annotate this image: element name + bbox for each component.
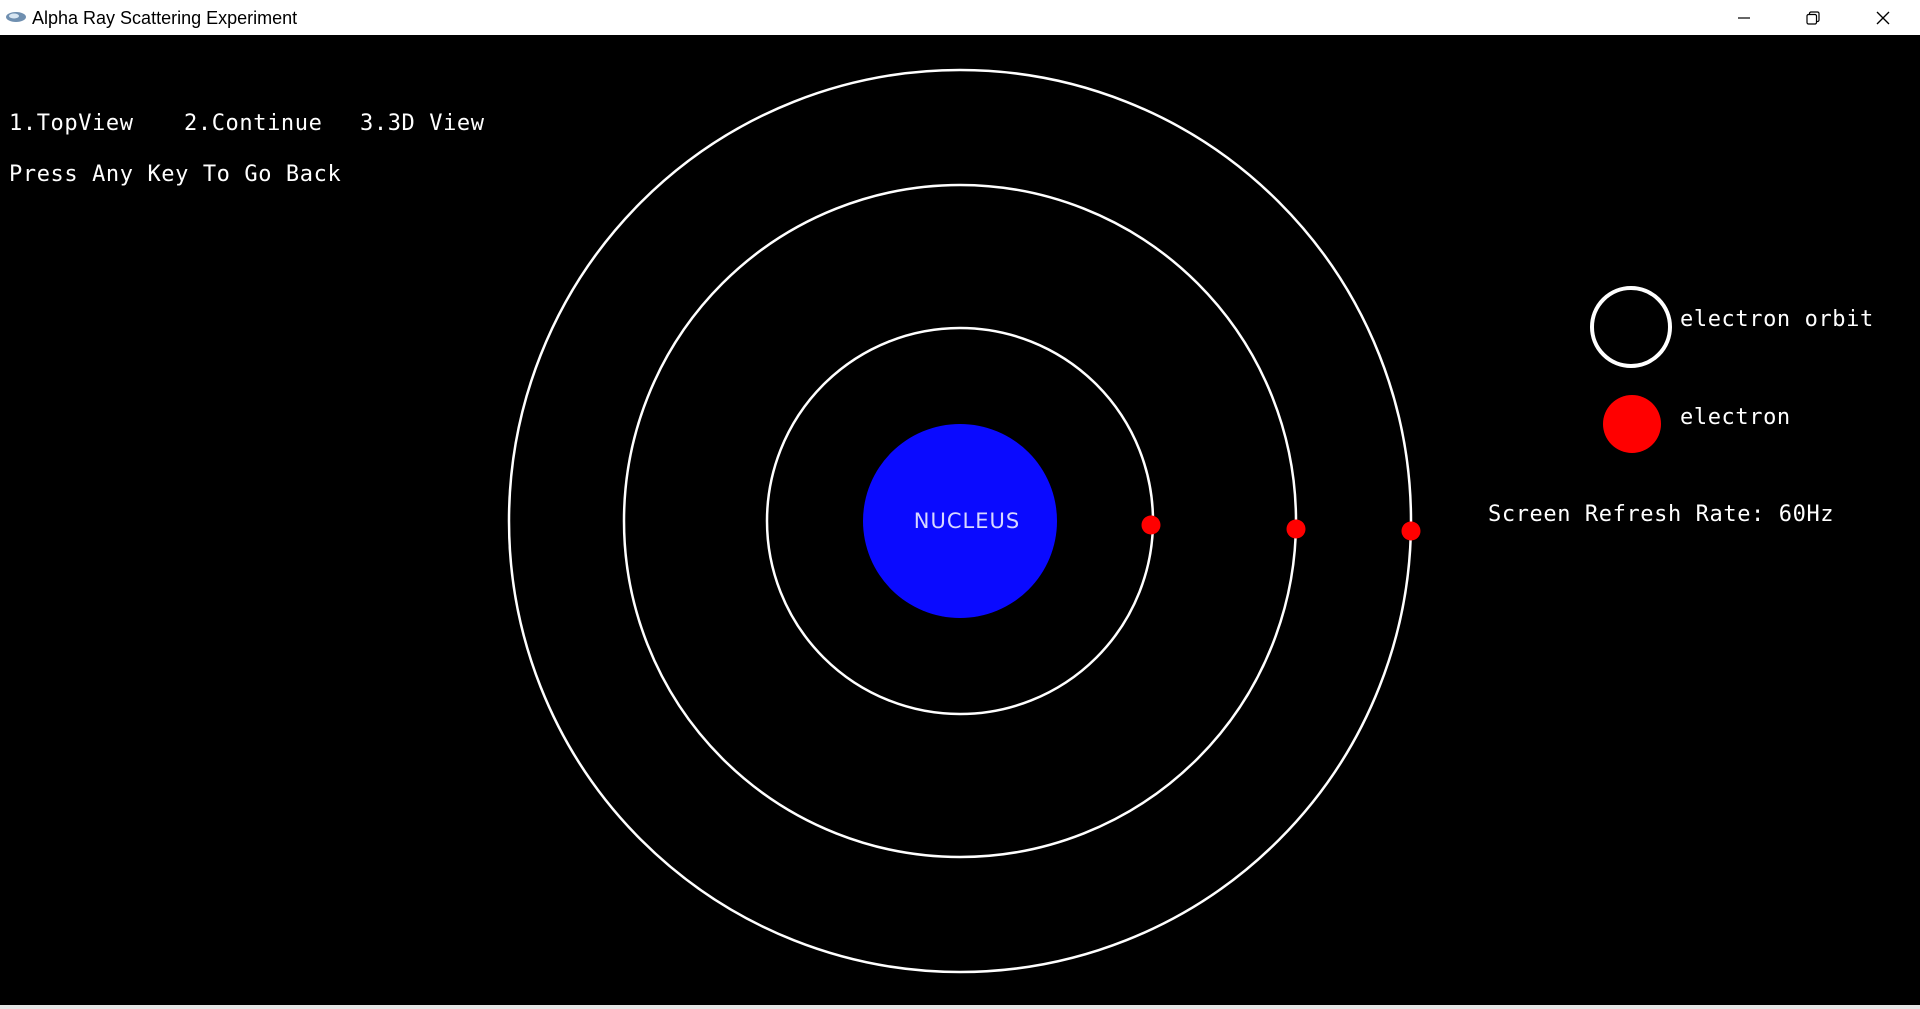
legend-electron-symbol [1603,395,1661,453]
legend-orbit-label: electron orbit [1680,307,1874,332]
electron-inner [1141,515,1161,535]
menu-item-top-view[interactable]: 1.TopView [9,112,134,136]
electron-middle [1286,519,1306,539]
refresh-rate-text: Screen Refresh Rate: 60Hz [1488,502,1835,527]
menu-item-continue[interactable]: 2.Continue [184,112,322,136]
back-hint: Press Any Key To Go Back [9,162,342,187]
window-bottom-border [0,1005,1920,1009]
electron-outer [1401,521,1421,541]
legend-electron-label: electron [1680,405,1791,430]
menu-item-3d-view[interactable]: 3.3D View [360,112,485,136]
app-window: Alpha Ray Scattering Experiment NUCLEUS [0,0,1920,1009]
nucleus-label: NUCLEUS [914,509,1020,533]
legend-orbit-symbol [1590,286,1672,368]
